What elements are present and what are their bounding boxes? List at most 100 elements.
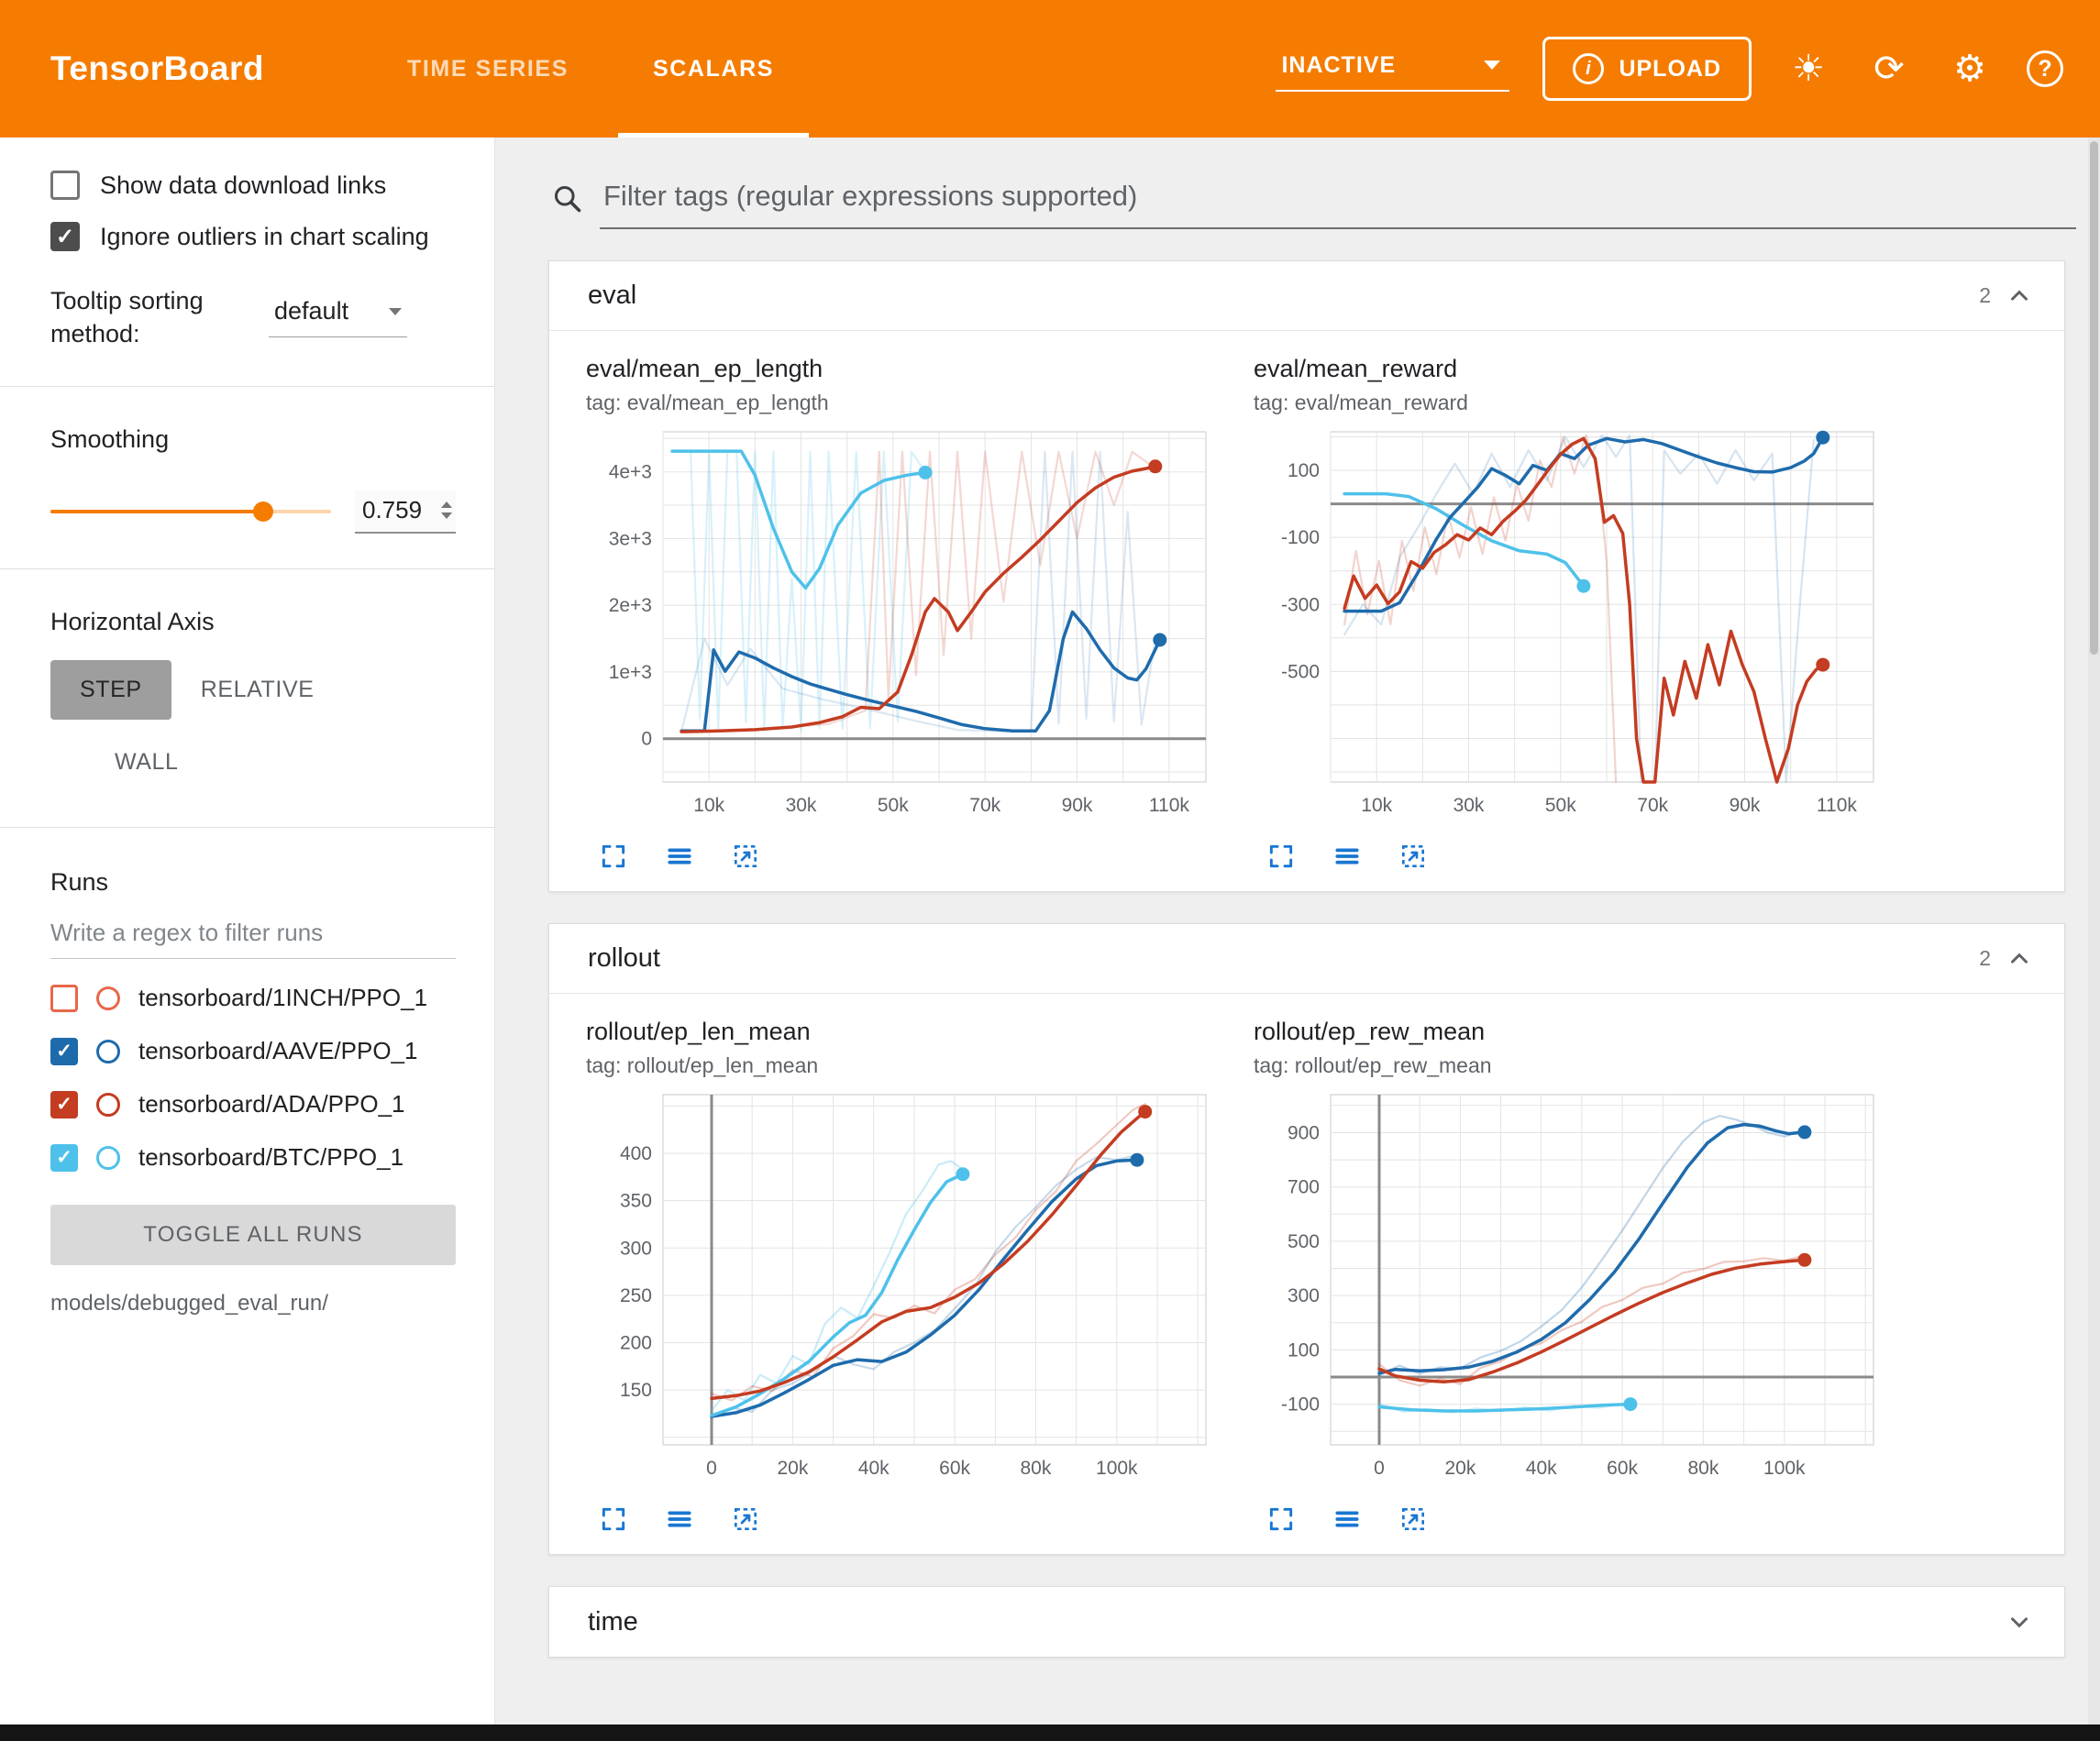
run-checkbox[interactable] — [50, 985, 78, 1012]
tab-scalars[interactable]: SCALARS — [611, 0, 816, 138]
chart-toolbar — [586, 842, 1219, 871]
axis-option-step[interactable]: STEP — [50, 660, 171, 720]
app-title: TensorBoard — [50, 50, 264, 88]
svg-text:80k: 80k — [1687, 1458, 1719, 1479]
fit-domain-icon[interactable] — [731, 842, 760, 871]
refresh-icon[interactable]: ⟳ — [1865, 50, 1913, 87]
chevron-down-icon — [1484, 61, 1500, 70]
run-checkbox[interactable]: ✓ — [50, 1144, 78, 1172]
horizontal-lines-icon[interactable] — [665, 1504, 694, 1534]
svg-text:100: 100 — [1288, 460, 1320, 481]
card-time: time — [548, 1586, 2065, 1658]
line-chart-plot[interactable]: 10k30k50k70k90k110k100-100-300-500 — [1254, 424, 1886, 826]
horizontal-lines-icon[interactable] — [665, 842, 694, 871]
scrollbar[interactable] — [2088, 138, 2100, 1724]
svg-text:20k: 20k — [1444, 1458, 1476, 1479]
run-color-circle-icon — [96, 1040, 120, 1063]
svg-text:400: 400 — [620, 1143, 652, 1164]
expand-chart-icon[interactable] — [599, 1504, 628, 1534]
tab-bar: TIME SERIES SCALARS — [365, 0, 816, 138]
checkbox-icon: ✓ — [50, 222, 80, 251]
expand-chart-icon[interactable] — [1266, 1504, 1296, 1534]
svg-text:-300: -300 — [1281, 594, 1320, 615]
tooltip-sorting-select[interactable]: default — [269, 290, 407, 337]
eval-charts-row: eval/mean_ep_lengthtag: eval/mean_ep_len… — [586, 355, 2064, 871]
run-name: tensorboard/ADA/PPO_1 — [138, 1090, 405, 1118]
ignore-outliers-checkbox[interactable]: ✓ Ignore outliers in chart scaling — [50, 222, 456, 251]
svg-text:900: 900 — [1288, 1123, 1320, 1144]
slider-knob[interactable] — [253, 501, 273, 522]
chart-toolbar — [1254, 842, 1886, 871]
svg-text:0: 0 — [706, 1458, 717, 1479]
chevron-down-icon — [389, 308, 402, 315]
card-rollout: rollout 2 rollout/ep_len_meantag: rollou… — [548, 923, 2065, 1555]
svg-text:50k: 50k — [878, 795, 909, 816]
info-icon: i — [1573, 53, 1604, 84]
svg-text:-100: -100 — [1281, 1394, 1320, 1416]
svg-text:-100: -100 — [1281, 527, 1320, 548]
axis-option-relative[interactable]: RELATIVE — [171, 660, 344, 720]
chart-eval-mean-ep-length: eval/mean_ep_lengthtag: eval/mean_ep_len… — [586, 355, 1219, 871]
chevron-up-icon[interactable] — [2006, 945, 2033, 973]
svg-text:110k: 110k — [1817, 795, 1857, 816]
svg-text:0: 0 — [641, 729, 652, 750]
tab-time-series[interactable]: TIME SERIES — [365, 0, 611, 138]
svg-text:300: 300 — [1288, 1285, 1320, 1306]
status-dropdown-value: INACTIVE — [1281, 52, 1396, 79]
run-row[interactable]: ✓tensorboard/BTC/PPO_1 — [50, 1131, 456, 1185]
svg-text:3e+3: 3e+3 — [609, 528, 652, 549]
card-title: time — [588, 1607, 638, 1637]
svg-text:60k: 60k — [939, 1458, 970, 1479]
show-download-links-checkbox[interactable]: Show data download links — [50, 171, 456, 200]
svg-text:10k: 10k — [1361, 795, 1392, 816]
fit-domain-icon[interactable] — [1398, 1504, 1428, 1534]
run-row[interactable]: ✓tensorboard/AAVE/PPO_1 — [50, 1025, 456, 1078]
divider — [0, 386, 494, 387]
help-icon[interactable]: ? — [2027, 50, 2063, 87]
svg-text:80k: 80k — [1020, 1458, 1051, 1479]
brightness-icon[interactable]: ☀ — [1785, 50, 1832, 87]
upload-button[interactable]: i UPLOAD — [1542, 37, 1752, 101]
line-chart-plot[interactable]: 020k40k60k80k100k-100100300500700900 — [1254, 1087, 1886, 1489]
fit-domain-icon[interactable] — [731, 1504, 760, 1534]
run-row[interactable]: tensorboard/1INCH/PPO_1 — [50, 972, 456, 1025]
scrollbar-thumb[interactable] — [2090, 141, 2098, 655]
card-time-header[interactable]: time — [549, 1587, 2064, 1657]
line-chart-plot[interactable]: 10k30k50k70k90k110k01e+32e+33e+34e+3 — [586, 424, 1219, 826]
run-checkbox[interactable]: ✓ — [50, 1038, 78, 1065]
card-rollout-header[interactable]: rollout 2 — [549, 924, 2064, 994]
expand-chart-icon[interactable] — [1266, 842, 1296, 871]
status-dropdown[interactable]: INACTIVE — [1276, 47, 1509, 92]
smoothing-slider[interactable] — [50, 501, 331, 523]
svg-text:350: 350 — [620, 1191, 652, 1212]
runs-filter-input[interactable] — [50, 904, 456, 959]
run-name: tensorboard/1INCH/PPO_1 — [138, 984, 427, 1012]
card-eval-header[interactable]: eval 2 — [549, 261, 2064, 331]
settings-gear-icon[interactable]: ⚙ — [1946, 50, 1994, 87]
svg-text:100k: 100k — [1763, 1458, 1806, 1479]
svg-text:300: 300 — [620, 1238, 652, 1259]
chevron-up-icon[interactable] — [2006, 282, 2033, 310]
chevron-down-icon[interactable] — [2006, 1608, 2033, 1636]
toggle-all-runs-button[interactable]: TOGGLE ALL RUNS — [50, 1205, 456, 1265]
fit-domain-icon[interactable] — [1398, 842, 1428, 871]
run-row[interactable]: ✓ tensorboard/ADA/PPO_1 — [50, 1078, 456, 1131]
line-chart-plot[interactable]: 020k40k60k80k100k150200250300350400 — [586, 1087, 1219, 1489]
run-checkbox[interactable]: ✓ — [50, 1091, 78, 1118]
horizontal-lines-icon[interactable] — [1332, 1504, 1362, 1534]
svg-text:50k: 50k — [1545, 795, 1576, 816]
checkbox-icon — [50, 171, 80, 200]
run-color-circle-icon — [96, 1093, 120, 1117]
axis-option-wall[interactable]: WALL — [85, 733, 208, 792]
stepper-arrows-icon[interactable] — [441, 501, 452, 519]
settings-sidebar: Show data download links ✓ Ignore outlie… — [0, 138, 495, 1724]
horizontal-axis-options: STEPRELATIVE WALL — [50, 660, 399, 792]
app-header: TensorBoard TIME SERIES SCALARS INACTIVE… — [0, 0, 2100, 138]
tooltip-sorting-row: Tooltip sorting method: default — [50, 284, 456, 351]
tag-filter-input[interactable] — [600, 167, 2076, 229]
divider — [0, 568, 494, 569]
chart-tag: tag: eval/mean_ep_length — [586, 391, 1219, 415]
horizontal-lines-icon[interactable] — [1332, 842, 1362, 871]
expand-chart-icon[interactable] — [599, 842, 628, 871]
smoothing-input[interactable]: 0.759 — [355, 490, 456, 534]
